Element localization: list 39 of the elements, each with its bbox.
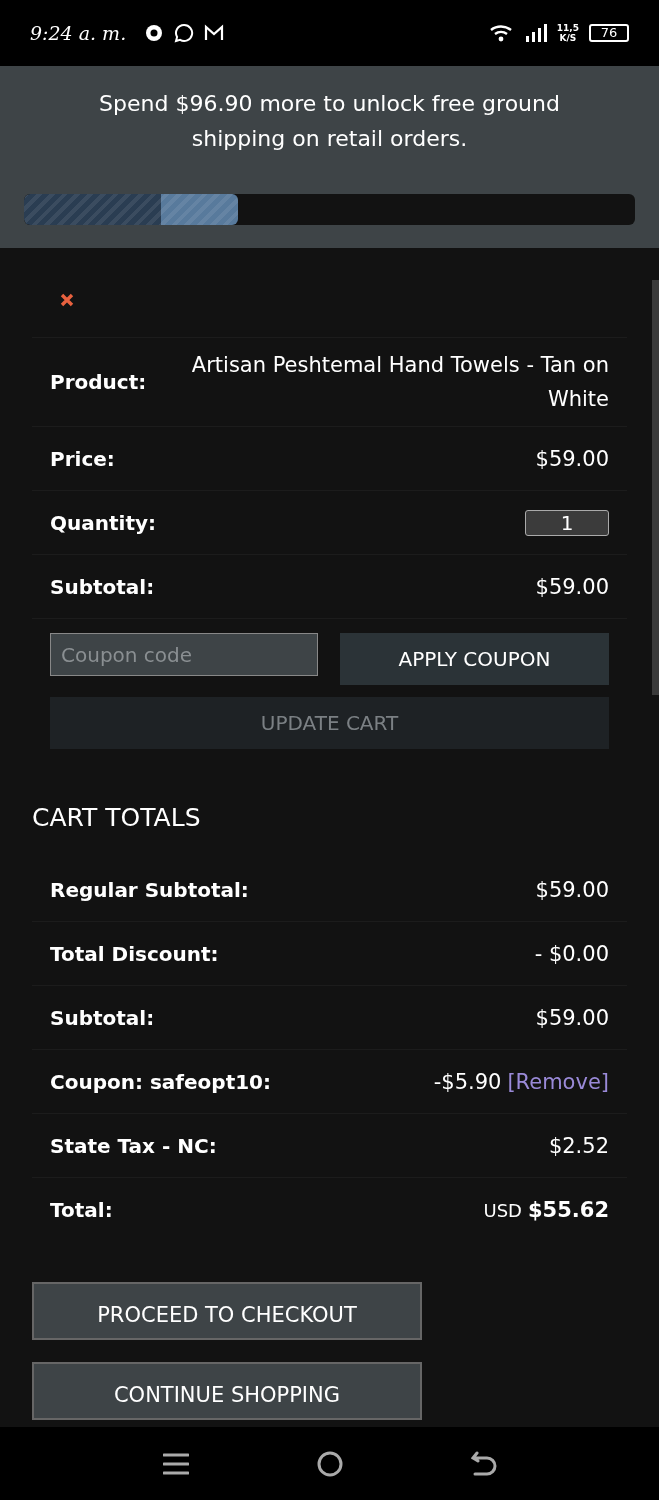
row-label: Total: — [50, 1198, 113, 1222]
network-speed: 11,5 K/S — [556, 23, 579, 43]
row-value: $59.00 — [535, 876, 609, 904]
menu-icon[interactable] — [162, 1451, 189, 1476]
row-label: Total Discount: — [50, 941, 219, 966]
row-label: Quantity: — [50, 510, 156, 535]
section-heading: CART TOTALS — [32, 803, 202, 832]
row-value: $59.00 — [535, 1004, 609, 1032]
home-icon[interactable] — [316, 1450, 343, 1477]
row-value: -$5.90 — [433, 1068, 502, 1096]
chat-icon — [174, 23, 195, 43]
row-label: Coupon: safeopt10: — [50, 1069, 272, 1094]
back-icon[interactable] — [470, 1450, 497, 1477]
shipping-message: Spend $96.90 more to unlock free ground shipping on retail orders. — [98, 90, 561, 153]
signal-icon — [524, 23, 547, 43]
row-value: $2.52 — [548, 1132, 609, 1160]
apply-coupon-button[interactable]: APPLY COUPON — [340, 633, 609, 685]
close-icon[interactable] — [60, 292, 74, 307]
browser-icon — [144, 23, 165, 43]
clock-time: 9:24 a. m. — [30, 22, 127, 44]
quantity-field[interactable]: 1 — [525, 509, 609, 536]
row-value: $59.00 — [535, 445, 609, 473]
coupon-field[interactable]: Coupon code — [50, 633, 318, 676]
remove-link[interactable]: [Remove] — [507, 1069, 609, 1094]
row-label: Price: — [50, 446, 115, 471]
row-label: State Tax - NC: — [50, 1133, 217, 1158]
row-label: Subtotal: — [50, 574, 155, 599]
mail-icon — [204, 24, 225, 42]
action-button[interactable]: CONTINUE SHOPPING — [32, 1362, 422, 1420]
row-label: Product: — [50, 370, 147, 394]
row-label: Subtotal: — [50, 1005, 155, 1030]
row-value: - $0.00 — [534, 940, 609, 968]
row-value: Artisan Peshtemal Hand Towels - Tan on White — [190, 352, 609, 413]
total-amount: $55.62 — [527, 1197, 609, 1224]
battery-level: 76 — [589, 24, 629, 42]
action-button[interactable]: PROCEED TO CHECKOUT — [32, 1282, 422, 1340]
row-label: Regular Subtotal: — [50, 877, 249, 902]
currency-code: USD — [483, 1200, 522, 1221]
row-value: $59.00 — [535, 573, 609, 601]
